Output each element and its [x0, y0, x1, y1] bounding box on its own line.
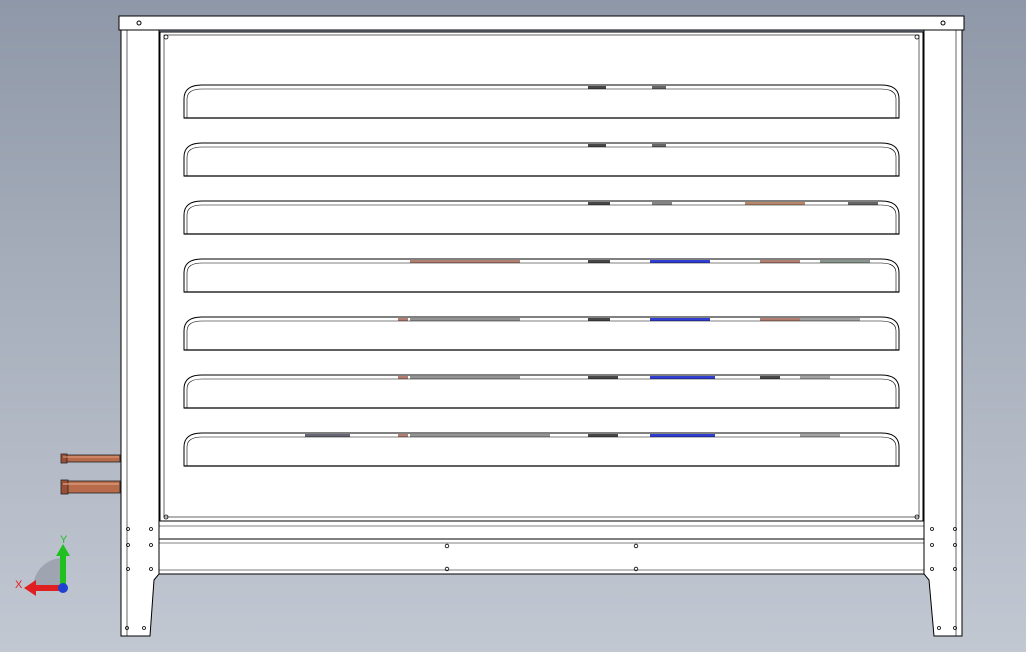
internal-component [800, 318, 860, 321]
internal-component [800, 434, 840, 437]
bottom-rail-lower [158, 538, 925, 575]
internal-component [588, 202, 610, 205]
internal-component [848, 202, 878, 205]
internal-component [588, 260, 610, 263]
internal-component [588, 318, 610, 321]
internal-component [588, 434, 618, 437]
x-axis-label: X [15, 579, 23, 591]
internal-component [650, 260, 710, 263]
internal-component [760, 260, 800, 263]
internal-component [650, 318, 710, 321]
triad-quadrant [33, 558, 63, 588]
internal-component [588, 376, 618, 379]
bottom-rail-upper [158, 520, 925, 540]
internal-component [820, 260, 870, 263]
top-cap [118, 15, 965, 31]
copper-pipes [60, 453, 121, 495]
internal-component [652, 86, 666, 89]
internal-component [650, 376, 715, 379]
pipe-upper [60, 453, 121, 464]
internal-component [652, 144, 666, 147]
internal-component [305, 434, 350, 437]
cad-drawing: X Y [15, 15, 965, 637]
internal-component [760, 376, 780, 379]
pipe-lower [60, 479, 121, 495]
internal-component [650, 434, 715, 437]
internal-component [588, 144, 606, 147]
z-axis-dot [58, 583, 68, 593]
internal-component [652, 202, 672, 205]
internal-component [745, 202, 805, 205]
internal-component [410, 260, 520, 263]
internal-component [398, 376, 408, 379]
internal-component [398, 318, 408, 321]
y-axis-label: Y [60, 534, 68, 546]
internal-component [760, 318, 800, 321]
front-panel [159, 31, 924, 522]
internal-component [800, 376, 830, 379]
unit-frame [118, 15, 965, 637]
axis-triad[interactable]: X Y [15, 534, 70, 596]
internal-component [410, 434, 550, 437]
cad-viewport[interactable]: X Y [0, 0, 1026, 652]
internal-component [410, 376, 520, 379]
internal-component [398, 434, 408, 437]
internal-component [588, 86, 606, 89]
internal-component [410, 318, 520, 321]
